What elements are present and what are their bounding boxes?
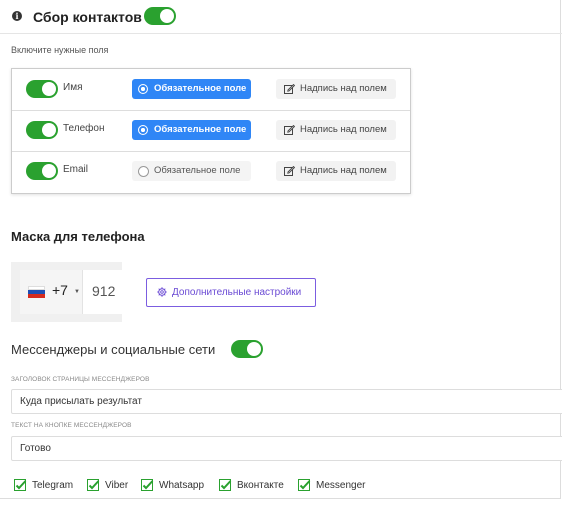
field-row-email: Email Обязательное поле Надпись над поле… (12, 151, 410, 192)
messengers-page-title-label: Заголовок страницы мессенджеров (11, 376, 150, 383)
required-label: Обязательное поле (154, 165, 241, 176)
russia-flag-icon (28, 286, 45, 298)
required-label: Обязательное поле (154, 83, 247, 94)
section-title: Сбор контактов (33, 9, 142, 25)
chevron-down-icon: ▼ (74, 289, 80, 295)
messengers-button-text-label: Текст на кнопке мессенджеров (11, 422, 132, 429)
advanced-settings-label: Дополнительные настройки (172, 287, 302, 298)
radio-checked-icon (138, 125, 148, 135)
field-name-toggle[interactable] (26, 80, 58, 98)
messengers-button-text-input[interactable] (11, 436, 562, 461)
field-phone-toggle[interactable] (26, 121, 58, 139)
messengers-title: Мессенджеры и социальные сети (11, 342, 216, 357)
caption-above-field-button[interactable]: Надпись над полем (276, 161, 396, 181)
required-field-button[interactable]: Обязательное поле (132, 161, 251, 181)
messengers-toggle[interactable] (231, 340, 263, 358)
required-field-button[interactable]: Обязательное поле (132, 79, 251, 99)
radio-checked-icon (138, 84, 148, 94)
phone-mask-preview: +7 ▼ 912 (11, 262, 122, 322)
section-header: i Сбор контактов (0, 0, 562, 34)
option-label: Messenger (316, 480, 366, 491)
caption-label: Надпись над полем (300, 83, 387, 94)
field-email-toggle[interactable] (26, 162, 58, 180)
gear-icon (157, 287, 167, 297)
option-label: Whatsapp (159, 480, 205, 491)
pencil-icon (284, 166, 295, 176)
checkbox-checked-icon (219, 479, 232, 491)
option-label: Telegram (32, 480, 74, 491)
contacts-toggle[interactable] (144, 7, 176, 25)
caption-label: Надпись над полем (300, 124, 387, 135)
field-label: Телефон (63, 123, 105, 134)
phone-input[interactable]: +7 ▼ 912 (20, 270, 122, 314)
info-icon: i (12, 11, 22, 21)
caption-label: Надпись над полем (300, 165, 387, 176)
messenger-options: Telegram Viber Whatsapp Вконтакте Messen… (14, 479, 554, 493)
field-label: Email (63, 164, 89, 175)
required-field-button[interactable]: Обязательное поле (132, 120, 251, 140)
pencil-icon (284, 84, 295, 94)
field-label: Имя (63, 82, 83, 93)
checkbox-checked-icon (298, 479, 311, 491)
country-selector[interactable]: +7 ▼ (20, 270, 83, 314)
field-row-phone: Телефон Обязательное поле Надпись над по… (12, 110, 410, 152)
required-label: Обязательное поле (154, 124, 247, 135)
fields-list: Имя Обязательное поле Надпись над полем … (11, 68, 411, 194)
checkbox-checked-icon (14, 479, 27, 491)
fields-hint: Включите нужные поля (11, 45, 109, 55)
country-code: +7 (52, 282, 68, 298)
messengers-page-title-input[interactable] (11, 389, 562, 414)
pencil-icon (284, 125, 295, 135)
checkbox-checked-icon (141, 479, 154, 491)
caption-above-field-button[interactable]: Надпись над полем (276, 79, 396, 99)
field-row-name: Имя Обязательное поле Надпись над полем (12, 69, 410, 111)
radio-unchecked-icon (138, 166, 149, 177)
phone-mask-title: Маска для телефона (11, 229, 145, 244)
caption-above-field-button[interactable]: Надпись над полем (276, 120, 396, 140)
option-label: Viber (105, 480, 129, 491)
checkbox-checked-icon (87, 479, 100, 491)
advanced-settings-button[interactable]: Дополнительные настройки (146, 278, 316, 307)
phone-number-preview: 912 (92, 283, 116, 299)
option-label: Вконтакте (237, 480, 284, 491)
